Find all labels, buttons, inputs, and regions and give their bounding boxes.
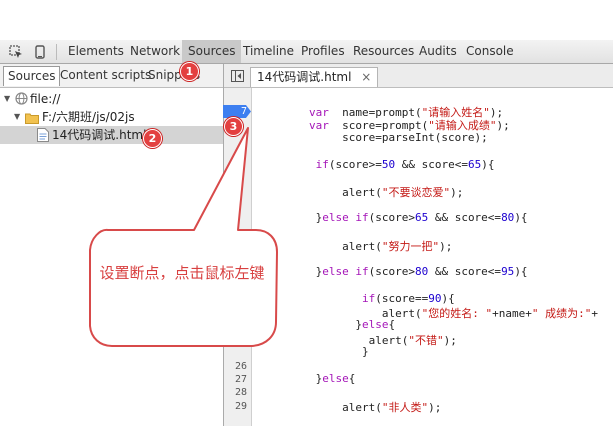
annotation-badge-1: 1 [180, 62, 199, 81]
annotation-overlay [89, 127, 278, 347]
annotation-badge-3: 3 [224, 117, 243, 136]
callout-text: 设置断点，点击鼠标左键 [99, 264, 265, 282]
speech-bubble-callout [89, 127, 278, 347]
annotation-badge-2: 2 [143, 129, 162, 148]
